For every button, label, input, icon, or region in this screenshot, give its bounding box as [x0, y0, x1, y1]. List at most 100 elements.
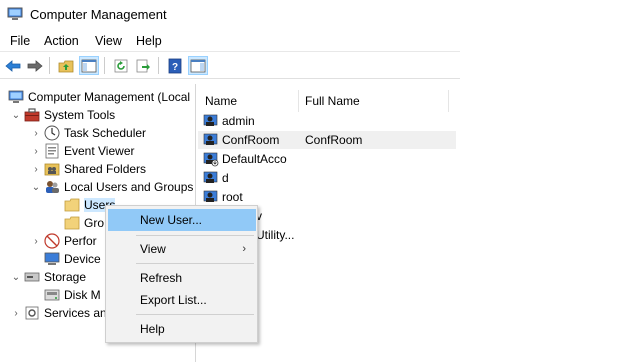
tree-label: Services an [44, 306, 107, 320]
toolbar-separator [49, 57, 50, 74]
menu-item-help[interactable]: Help [108, 318, 256, 340]
user-name: d [222, 171, 229, 185]
show-hide-tree-icon [81, 59, 97, 72]
services-icon [24, 305, 40, 321]
menu-item-export-list[interactable]: Export List... [108, 289, 256, 311]
user-name: ConfRoom [222, 133, 280, 147]
chevron-right-icon[interactable]: › [30, 146, 42, 157]
export-list-button[interactable] [133, 56, 153, 75]
tree-item-storage[interactable]: ⌄ Storage [10, 268, 86, 286]
tree-label: Perfor [64, 234, 97, 248]
window-title: Computer Management [30, 7, 167, 22]
menu-item-label: View [140, 242, 166, 256]
menu-item-label: Export List... [140, 293, 207, 307]
storage-icon [24, 269, 40, 285]
menu-item-refresh[interactable]: Refresh [108, 267, 256, 289]
list-item[interactable]: root [198, 188, 456, 206]
refresh-button[interactable] [111, 56, 131, 75]
menu-bar: File Action View Help [0, 30, 460, 52]
chevron-right-icon[interactable]: › [30, 128, 42, 139]
tree-item-shared-folders[interactable]: › Shared Folders [30, 160, 146, 178]
user-name: admin [222, 114, 255, 128]
menu-file[interactable]: File [10, 34, 30, 48]
user-icon [203, 171, 218, 183]
help-icon: ? [168, 58, 182, 73]
column-divider[interactable] [448, 90, 449, 112]
properties-icon [190, 59, 206, 72]
svg-text:?: ? [172, 62, 178, 73]
up-folder-icon [58, 60, 74, 72]
tree-label: Computer Management (Local [28, 90, 191, 104]
computer-management-icon [7, 7, 23, 20]
chevron-down-icon[interactable]: ⌄ [10, 272, 22, 283]
user-icon [203, 133, 218, 145]
user-name: DefaultAcco [222, 152, 287, 166]
tree-label: Shared Folders [64, 162, 147, 176]
menu-help[interactable]: Help [136, 34, 162, 48]
up-one-level-button[interactable] [56, 56, 76, 75]
title-bar: Computer Management [0, 0, 643, 30]
performance-icon [44, 233, 60, 249]
tree-item-performance[interactable]: › Perfor [30, 232, 97, 250]
user-full-name: ConfRoom [305, 133, 363, 147]
menu-item-view[interactable]: View › [108, 238, 256, 260]
toolbox-icon [24, 107, 40, 123]
column-divider[interactable] [298, 90, 299, 112]
submenu-arrow-icon: › [242, 243, 246, 255]
tree-item-disk-management[interactable]: Disk M [42, 286, 101, 304]
tree-item-task-scheduler[interactable]: › Task Scheduler [30, 124, 146, 142]
back-button[interactable] [3, 56, 23, 75]
menu-item-new-user[interactable]: New User... [108, 209, 256, 231]
list-item[interactable]: ConfRoom ConfRoom [198, 131, 456, 149]
event-viewer-icon [44, 143, 60, 159]
users-groups-icon [44, 179, 60, 195]
show-hide-console-tree-button[interactable] [79, 56, 99, 75]
chevron-right-icon[interactable]: › [30, 164, 42, 175]
tree-label: Local Users and Groups [64, 180, 194, 194]
tree-label: Gro [84, 216, 105, 230]
folder-icon [64, 215, 80, 231]
toolbar-separator [104, 57, 105, 74]
show-hide-action-pane-button[interactable] [188, 56, 208, 75]
tree-label: Task Scheduler [64, 126, 147, 140]
tree-label: Disk M [64, 288, 101, 302]
menu-action[interactable]: Action [44, 34, 79, 48]
menu-view[interactable]: View [95, 34, 122, 48]
disabled-user-icon [203, 152, 219, 167]
tree-item-local-users-and-groups[interactable]: ⌄ Local Users and Groups [30, 178, 194, 196]
disk-icon [44, 287, 60, 303]
tree-item-device-manager[interactable]: Device [42, 250, 101, 268]
list-item[interactable]: DefaultAcco [198, 150, 456, 168]
chevron-down-icon[interactable]: ⌄ [10, 110, 22, 121]
column-header-name[interactable]: Name [205, 94, 237, 108]
device-manager-icon [44, 251, 60, 267]
export-list-icon [136, 59, 150, 72]
user-name: Utility... [256, 228, 295, 242]
user-name: root [222, 190, 243, 204]
user-icon [203, 190, 218, 202]
forward-button[interactable] [25, 56, 45, 75]
tree-label: Storage [44, 270, 87, 284]
tree-item-system-tools[interactable]: ⌄ System Tools [10, 106, 115, 124]
back-arrow-icon [5, 59, 21, 72]
list-item[interactable]: d [198, 169, 456, 187]
tree-item-groups[interactable]: Gro [62, 214, 104, 232]
help-button[interactable]: ? [165, 56, 185, 75]
column-header-full-name[interactable]: Full Name [305, 94, 360, 108]
tree-item-services-and-applications[interactable]: › Services an [10, 304, 107, 322]
chevron-down-icon[interactable]: ⌄ [30, 182, 42, 193]
menu-item-label: Help [140, 322, 165, 336]
chevron-right-icon[interactable]: › [30, 236, 42, 247]
menu-separator [136, 263, 254, 264]
refresh-icon [114, 59, 128, 72]
toolbar-separator [158, 57, 159, 74]
tree-item-root[interactable]: Computer Management (Local [6, 88, 190, 106]
menu-separator [136, 314, 254, 315]
list-item[interactable]: admin [198, 112, 456, 130]
chevron-right-icon[interactable]: › [10, 308, 22, 319]
shared-folder-icon [44, 161, 60, 177]
folder-icon [64, 197, 80, 213]
tree-item-event-viewer[interactable]: › Event Viewer [30, 142, 134, 160]
user-icon [203, 114, 218, 126]
clock-icon [44, 125, 60, 141]
